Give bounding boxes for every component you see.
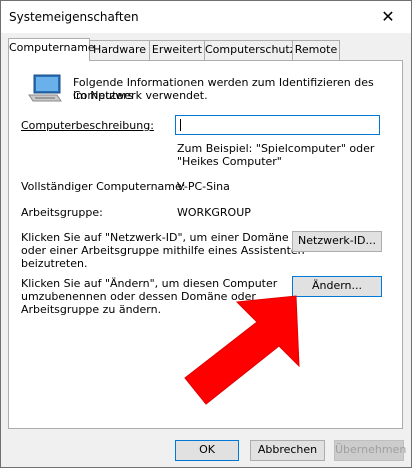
change-text-line3: Arbeitsgruppe zu ändern. <box>21 303 162 316</box>
description-label: Computerbeschreibung: <box>21 119 154 132</box>
red-arrow-icon <box>184 295 300 405</box>
close-icon[interactable]: ✕ <box>375 4 401 30</box>
apply-button: Übernehmen <box>334 440 406 461</box>
workgroup-value: WORKGROUP <box>177 206 251 219</box>
fullname-value: V-PC-Sina <box>177 180 230 193</box>
network-id-button[interactable]: Netzwerk-ID... <box>292 231 382 252</box>
intro-text-line2: im Netzwerk verwendet. <box>73 89 208 102</box>
example-text-line2: "Heikes Computer" <box>177 155 282 168</box>
example-text-line1: Zum Beispiel: "Spielcomputer" oder <box>177 142 375 155</box>
network-id-text-line3: beizutreten. <box>21 257 88 270</box>
text-caret <box>180 119 181 131</box>
tab-remote[interactable]: Remote <box>292 40 340 60</box>
tab-computerschutz[interactable]: Computerschutz <box>204 40 296 60</box>
ok-button[interactable]: OK <box>175 440 239 461</box>
workgroup-label: Arbeitsgruppe: <box>21 206 103 219</box>
network-id-text-line1: Klicken Sie auf "Netzwerk-ID", um einer … <box>21 231 289 244</box>
computer-icon <box>28 74 62 102</box>
cancel-button[interactable]: Abbrechen <box>250 440 325 461</box>
system-properties-window: Systemeigenschaften ✕ Computername Hardw… <box>0 0 412 468</box>
title-bar: Systemeigenschaften ✕ <box>1 1 411 33</box>
computer-description-input[interactable] <box>175 115 380 135</box>
tab-hardware[interactable]: Hardware <box>89 40 150 60</box>
fullname-label: Vollständiger Computername: <box>21 180 186 193</box>
network-id-text-line2: oder einer Arbeitsgruppe mithilfe eines … <box>21 244 305 257</box>
tab-erweitert[interactable]: Erweitert <box>149 40 205 60</box>
window-title: Systemeigenschaften <box>9 10 139 24</box>
tab-computername[interactable]: Computername <box>8 38 95 61</box>
